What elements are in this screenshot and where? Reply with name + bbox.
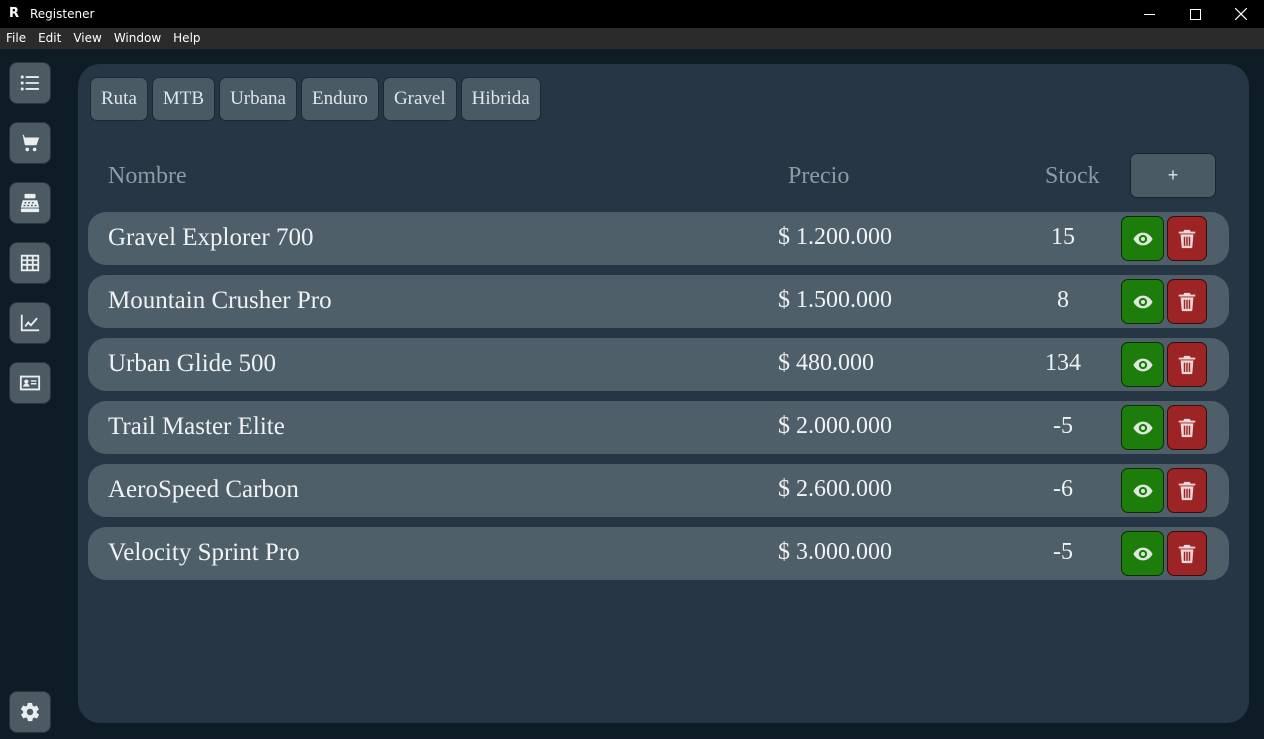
product-stock: -5 — [1053, 539, 1073, 565]
sidebar — [0, 49, 60, 739]
product-name: AeroSpeed Carbon — [108, 476, 299, 503]
window-title: Registener — [30, 7, 95, 21]
column-header-name: Nombre — [108, 163, 187, 189]
gear-icon — [20, 702, 40, 722]
table-header: Nombre Precio Stock + — [78, 153, 1249, 200]
delete-button[interactable] — [1167, 342, 1207, 387]
product-name: Urban Glide 500 — [108, 350, 277, 377]
menu-file[interactable]: File — [0, 28, 32, 49]
trash-icon — [1178, 229, 1196, 248]
product-price: $ 1.200.000 — [778, 224, 892, 250]
delete-button[interactable] — [1167, 405, 1207, 450]
sidebar-item-cart[interactable] — [9, 122, 51, 164]
delete-button[interactable] — [1167, 216, 1207, 261]
sidebar-item-list[interactable] — [9, 62, 51, 104]
product-stock: 15 — [1051, 224, 1075, 250]
delete-button[interactable] — [1167, 531, 1207, 576]
window-controls — [1126, 0, 1264, 28]
eye-icon — [1132, 295, 1153, 308]
product-price: $ 2.000.000 — [778, 413, 892, 439]
product-list: Gravel Explorer 700 $ 1.200.000 15 Mount… — [88, 212, 1229, 590]
cash-register-icon — [20, 193, 40, 213]
product-name: Trail Master Elite — [108, 413, 285, 440]
product-price: $ 2.600.000 — [778, 476, 892, 502]
eye-icon — [1132, 358, 1153, 371]
product-price: $ 3.000.000 — [778, 539, 892, 565]
product-stock: -5 — [1053, 413, 1073, 439]
cart-icon — [19, 134, 40, 152]
maximize-button[interactable] — [1172, 0, 1218, 28]
id-card-icon — [19, 375, 41, 391]
product-stock: 134 — [1045, 350, 1081, 376]
sidebar-item-contacts[interactable] — [9, 362, 51, 404]
view-button[interactable] — [1121, 216, 1164, 261]
maximize-icon — [1189, 8, 1201, 20]
settings-button[interactable] — [9, 691, 51, 733]
menu-help[interactable]: Help — [167, 28, 206, 49]
grid-icon — [20, 254, 40, 272]
product-price: $ 480.000 — [778, 350, 874, 376]
filter-mtb[interactable]: MTB — [151, 77, 216, 121]
sidebar-item-chart[interactable] — [9, 302, 51, 344]
menu-bar: File Edit View Window Help — [0, 28, 1264, 49]
product-name: Mountain Crusher Pro — [108, 287, 332, 314]
menu-window[interactable]: Window — [108, 28, 167, 49]
view-button[interactable] — [1121, 468, 1164, 513]
trash-icon — [1178, 355, 1196, 374]
view-button[interactable] — [1121, 531, 1164, 576]
table-row: Velocity Sprint Pro $ 3.000.000 -5 — [88, 527, 1229, 580]
delete-button[interactable] — [1167, 468, 1207, 513]
view-button[interactable] — [1121, 405, 1164, 450]
title-bar: R Registener — [0, 0, 1264, 28]
sidebar-item-cash-register[interactable] — [9, 182, 51, 224]
view-button[interactable] — [1121, 279, 1164, 324]
trash-icon — [1178, 544, 1196, 563]
close-button[interactable] — [1218, 0, 1264, 28]
eye-icon — [1132, 547, 1153, 560]
menu-edit[interactable]: Edit — [32, 28, 67, 49]
filter-ruta[interactable]: Ruta — [90, 77, 148, 121]
view-button[interactable] — [1121, 342, 1164, 387]
table-row: Mountain Crusher Pro $ 1.500.000 8 — [88, 275, 1229, 328]
trash-icon — [1178, 292, 1196, 311]
trash-icon — [1178, 418, 1196, 437]
product-name: Velocity Sprint Pro — [108, 539, 300, 566]
product-price: $ 1.500.000 — [778, 287, 892, 313]
add-product-button[interactable]: + — [1130, 153, 1216, 198]
trash-icon — [1178, 481, 1196, 500]
app-logo-icon: R — [9, 6, 20, 21]
table-row: Gravel Explorer 700 $ 1.200.000 15 — [88, 212, 1229, 265]
eye-icon — [1132, 232, 1153, 245]
minimize-button[interactable] — [1126, 0, 1172, 28]
product-stock: 8 — [1057, 287, 1069, 313]
eye-icon — [1132, 421, 1153, 434]
product-stock: -6 — [1053, 476, 1073, 502]
product-name: Gravel Explorer 700 — [108, 224, 314, 251]
table-row: Urban Glide 500 $ 480.000 134 — [88, 338, 1229, 391]
sidebar-item-grid[interactable] — [9, 242, 51, 284]
products-panel: Ruta MTB Urbana Enduro Gravel Hibrida No… — [78, 64, 1249, 723]
column-header-stock: Stock — [1045, 163, 1100, 189]
filter-enduro[interactable]: Enduro — [301, 77, 379, 121]
list-icon — [20, 75, 40, 91]
menu-view[interactable]: View — [67, 28, 107, 49]
minimize-icon — [1143, 13, 1155, 15]
eye-icon — [1132, 484, 1153, 497]
category-filters: Ruta MTB Urbana Enduro Gravel Hibrida — [90, 77, 545, 121]
close-icon — [1235, 8, 1247, 20]
delete-button[interactable] — [1167, 279, 1207, 324]
filter-hibrida[interactable]: Hibrida — [460, 77, 541, 121]
table-row: AeroSpeed Carbon $ 2.600.000 -6 — [88, 464, 1229, 517]
column-header-price: Precio — [788, 163, 850, 189]
filter-gravel[interactable]: Gravel — [382, 77, 457, 121]
table-row: Trail Master Elite $ 2.000.000 -5 — [88, 401, 1229, 454]
filter-urbana[interactable]: Urbana — [219, 77, 297, 121]
chart-line-icon — [20, 314, 40, 332]
